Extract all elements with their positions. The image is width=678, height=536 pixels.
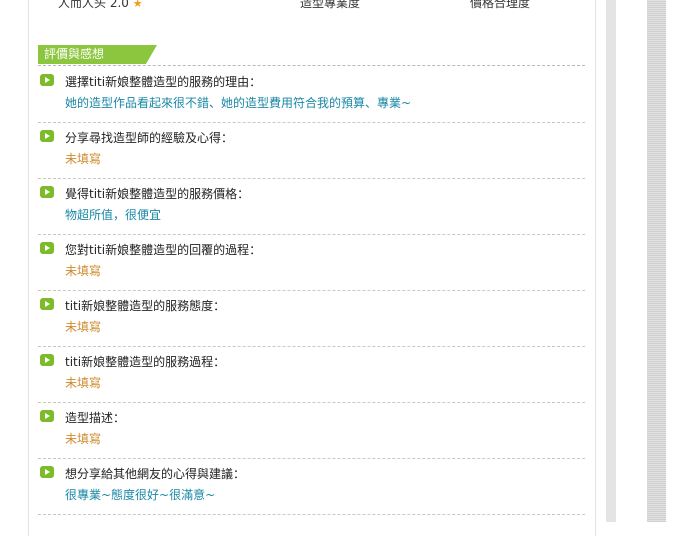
- section-header: 評價與感想: [38, 45, 585, 66]
- rating-label-professional: 造型專業度: [300, 0, 361, 10]
- review-item: 分享尋找造型師的經驗及心得： 未填寫: [38, 123, 585, 179]
- review-question: 選擇titi新娘整體造型的服務的理由：: [65, 75, 262, 89]
- play-arrow-icon: [40, 354, 54, 366]
- play-arrow-icon: [40, 74, 54, 86]
- play-arrow-icon: [40, 298, 54, 310]
- play-arrow-icon: [40, 130, 54, 142]
- top-rating-score: 2.0: [109, 0, 129, 10]
- play-arrow-icon: [40, 466, 54, 478]
- review-item: 覺得titi新娘整體造型的服務價格： 物超所值，很便宜: [38, 179, 585, 235]
- play-arrow-icon: [40, 186, 54, 198]
- review-answer: 她的造型作品看起來很不錯、她的造型費用符合我的預算、專業~: [65, 96, 412, 110]
- top-rating-label: 人而人头: [58, 0, 107, 10]
- review-answer: 物超所值，很便宜: [65, 208, 162, 222]
- review-question: titi新娘整體造型的服務態度：: [65, 299, 226, 313]
- review-item: titi新娘整體造型的服務過程： 未填寫: [38, 347, 585, 403]
- review-answer: 未填寫: [65, 152, 102, 166]
- scrollbar-track[interactable]: [606, 0, 616, 522]
- review-question: 覺得titi新娘整體造型的服務價格：: [65, 187, 250, 201]
- review-answer: 未填寫: [65, 376, 102, 390]
- review-question: 分享尋找造型師的經驗及心得：: [65, 131, 234, 145]
- review-question: 想分享給其他網友的心得與建議：: [65, 467, 246, 481]
- review-question: 您對titi新娘整體造型的回覆的過程：: [65, 243, 262, 257]
- review-answer: 很專業~態度很好~很滿意~: [65, 488, 216, 502]
- section-tab-tip: [146, 45, 157, 64]
- rating-label-price: 價格合理度: [470, 0, 531, 10]
- review-answer: 未填寫: [65, 432, 102, 446]
- section-title: 評價與感想: [38, 45, 146, 64]
- review-item: 您對titi新娘整體造型的回覆的過程： 未填寫: [38, 235, 585, 291]
- top-rating-fragment: 人而人头 2.0 ★: [58, 0, 143, 11]
- play-arrow-icon: [40, 410, 54, 422]
- review-item: 選擇titi新娘整體造型的服務的理由： 她的造型作品看起來很不錯、她的造型費用符合…: [38, 67, 585, 123]
- side-strip: [647, 0, 666, 522]
- play-arrow-icon: [40, 242, 54, 254]
- review-question: titi新娘整體造型的服務過程：: [65, 355, 226, 369]
- star-icon: ★: [132, 0, 143, 10]
- review-item: 想分享給其他網友的心得與建議： 很專業~態度很好~很滿意~: [38, 459, 585, 515]
- review-answer: 未填寫: [65, 320, 102, 334]
- review-answer: 未填寫: [65, 264, 102, 278]
- review-item: titi新娘整體造型的服務態度： 未填寫: [38, 291, 585, 347]
- review-question: 造型描述：: [65, 411, 126, 425]
- review-item: 造型描述： 未填寫: [38, 403, 585, 459]
